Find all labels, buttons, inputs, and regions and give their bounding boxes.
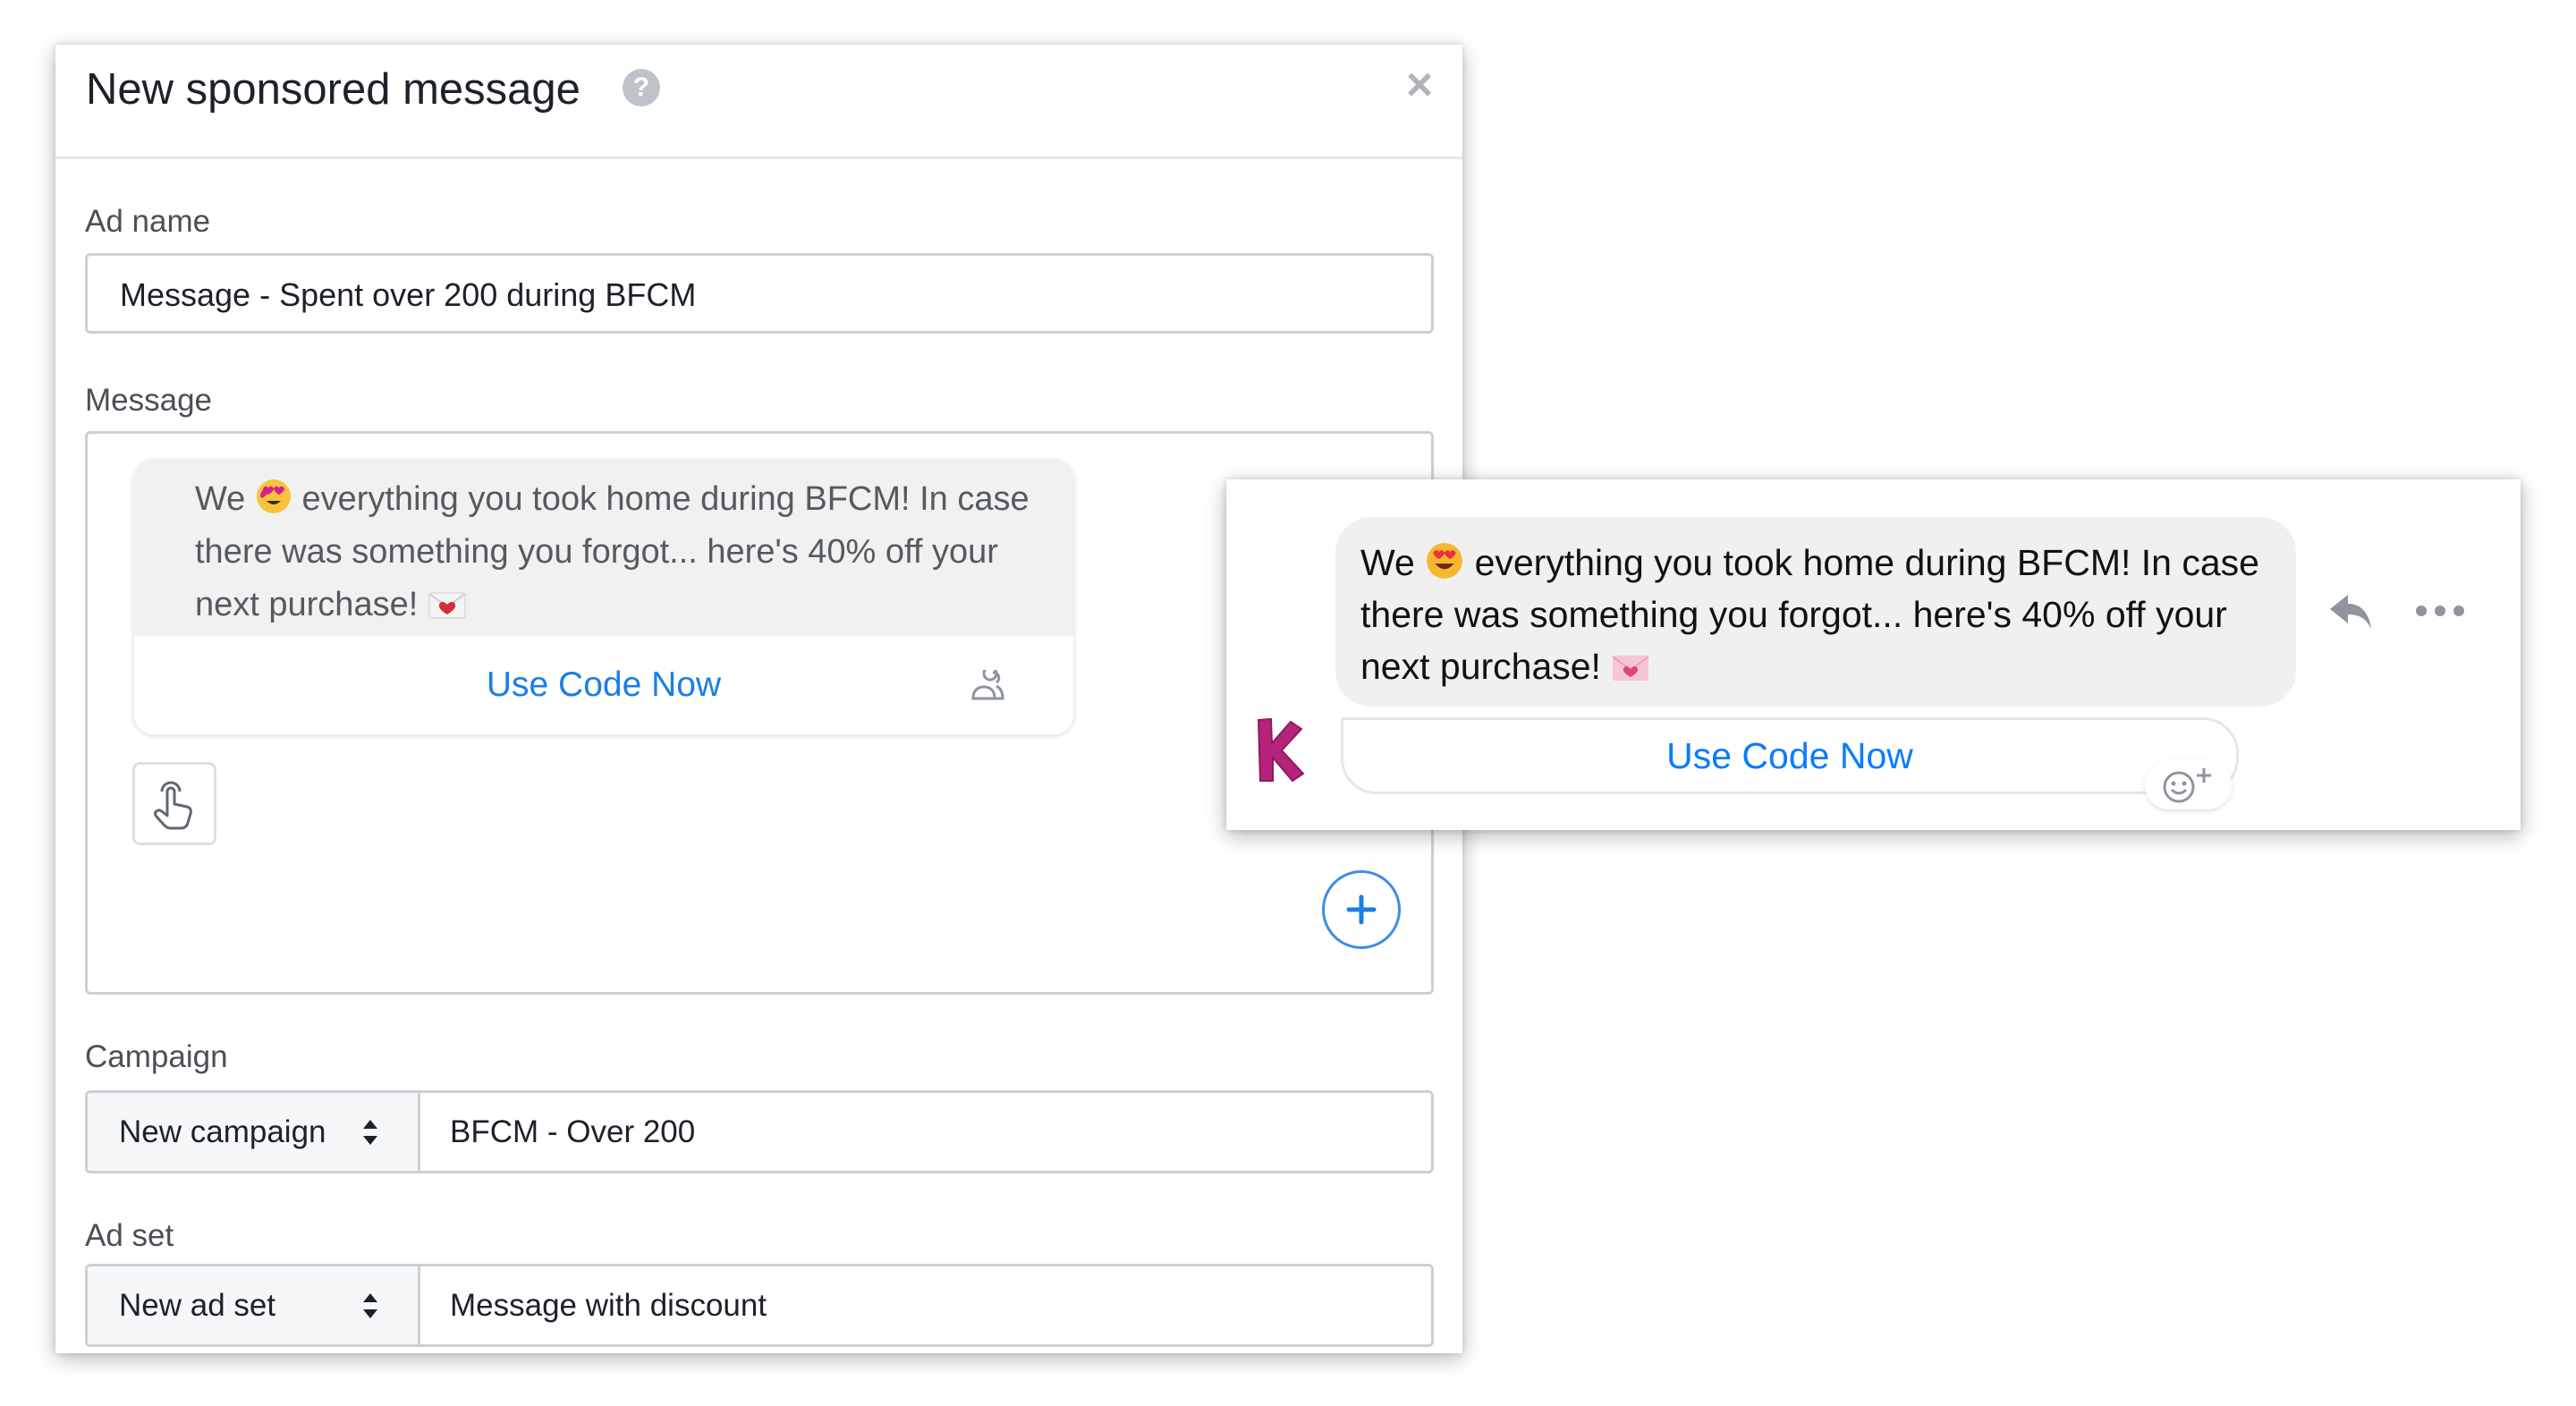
- preview-text-rest: everything you took home during BFCM! In…: [1360, 542, 2259, 687]
- tap-gesture-button[interactable]: [132, 762, 216, 845]
- preview-use-code-now-label: Use Code Now: [1666, 735, 1913, 776]
- heart-eyes-emoji-icon: [256, 479, 291, 513]
- preview-use-code-now-button[interactable]: Use Code Now: [1341, 717, 2239, 794]
- plus-icon: [1346, 894, 1377, 925]
- reply-icon[interactable]: [2328, 591, 2375, 631]
- ad-name-value: Message - Spent over 200 during BFCM: [120, 276, 697, 313]
- ad-name-label: Ad name: [85, 204, 211, 239]
- ad-set-select[interactable]: New ad set: [88, 1266, 420, 1344]
- love-letter-emoji-icon: [428, 592, 466, 619]
- use-code-now-label: Use Code Now: [486, 665, 722, 704]
- campaign-label: Campaign: [85, 1039, 228, 1074]
- people-icon[interactable]: [970, 670, 1005, 702]
- campaign-select[interactable]: New campaign: [88, 1093, 420, 1171]
- question-circle-icon[interactable]: ?: [623, 69, 660, 106]
- add-content-button[interactable]: [1322, 870, 1401, 949]
- love-letter-emoji-icon: [1612, 656, 1649, 681]
- more-dots-icon[interactable]: [2412, 603, 2468, 619]
- add-reaction-button[interactable]: [2145, 760, 2232, 809]
- message-text[interactable]: We everything you took home during BFCM!…: [134, 461, 1073, 636]
- messenger-preview-card: We everything you took home during BFCM!…: [1226, 479, 2521, 830]
- ad-set-select-value: New ad set: [119, 1288, 276, 1323]
- close-icon[interactable]: ×: [1402, 62, 1437, 108]
- message-label: Message: [85, 383, 213, 418]
- campaign-name-input[interactable]: BFCM - Over 200: [450, 1093, 695, 1171]
- campaign-select-value: New campaign: [119, 1114, 326, 1149]
- message-text-start: We: [195, 480, 246, 518]
- message-bubble[interactable]: We everything you took home during BFCM!…: [132, 459, 1075, 736]
- heart-eyes-emoji-icon: [1427, 543, 1463, 579]
- ad-set-field: New ad set Message with discount: [85, 1264, 1434, 1347]
- add-reaction-icon: [2163, 767, 2211, 802]
- message-text-rest: everything you took home during BFCM! In…: [195, 480, 1030, 623]
- dialog-header: New sponsored message ? ×: [55, 45, 1462, 159]
- ad-set-name-input[interactable]: Message with discount: [450, 1266, 767, 1344]
- preview-message-bubble: We everything you took home during BFCM!…: [1335, 517, 2296, 707]
- preview-text-start: We: [1360, 542, 1415, 583]
- dialog-title: New sponsored message: [86, 65, 580, 114]
- ad-set-label: Ad set: [85, 1218, 174, 1253]
- campaign-field: New campaign BFCM - Over 200: [85, 1090, 1434, 1173]
- use-code-now-button[interactable]: Use Code Now: [134, 636, 1073, 734]
- select-caret-icon: [363, 1293, 377, 1318]
- ad-name-input[interactable]: Message - Spent over 200 during BFCM: [85, 253, 1434, 334]
- select-caret-icon: [363, 1120, 377, 1145]
- brand-logo-k: [1257, 717, 1305, 783]
- tap-gesture-icon: [154, 781, 192, 829]
